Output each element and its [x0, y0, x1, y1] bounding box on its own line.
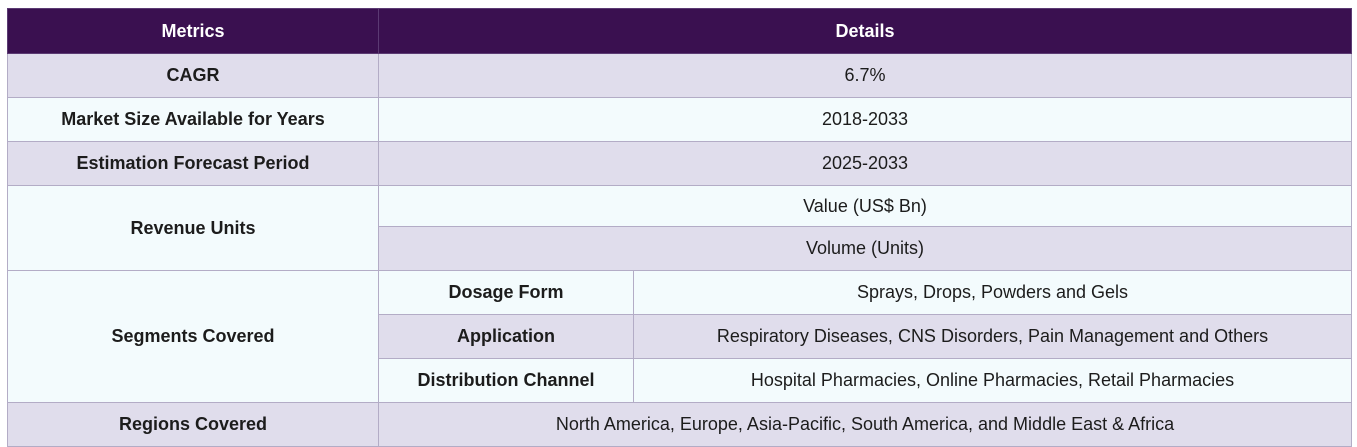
segment-value-distribution-channel: Hospital Pharmacies, Online Pharmacies, …: [633, 358, 1352, 403]
regions-covered-label: Regions Covered: [7, 402, 379, 447]
table-header-row: Metrics Details: [7, 8, 1352, 54]
table-row-cagr: CAGR 6.7%: [7, 53, 1352, 98]
table-row-revenue-units-1: Revenue Units Value (US$ Bn): [7, 185, 1352, 271]
revenue-units-value-2: Volume (Units): [378, 226, 1352, 271]
revenue-units-value-1: Value (US$ Bn): [378, 185, 1352, 227]
cagr-label: CAGR: [7, 53, 379, 98]
forecast-period-label: Estimation Forecast Period: [7, 141, 379, 186]
table-row-regions: Regions Covered North America, Europe, A…: [7, 402, 1352, 447]
header-metrics: Metrics: [7, 8, 379, 54]
segment-name-distribution-channel: Distribution Channel: [378, 358, 634, 403]
table-row-forecast-period: Estimation Forecast Period 2025-2033: [7, 141, 1352, 186]
header-details: Details: [378, 8, 1352, 54]
regions-covered-value: North America, Europe, Asia-Pacific, Sou…: [378, 402, 1352, 447]
segments-covered-label: Segments Covered: [7, 270, 379, 403]
market-size-years-value: 2018-2033: [378, 97, 1352, 142]
market-size-years-label: Market Size Available for Years: [7, 97, 379, 142]
table-row-segment-dosage-form: Segments Covered Dosage Form Sprays, Dro…: [7, 270, 1352, 403]
report-metrics-table: Metrics Details CAGR 6.7% Market Size Av…: [7, 8, 1352, 447]
segment-name-dosage-form: Dosage Form: [378, 270, 634, 315]
segment-value-dosage-form: Sprays, Drops, Powders and Gels: [633, 270, 1352, 315]
revenue-units-label: Revenue Units: [7, 185, 379, 271]
forecast-period-value: 2025-2033: [378, 141, 1352, 186]
cagr-value: 6.7%: [378, 53, 1352, 98]
table-row-market-size-years: Market Size Available for Years 2018-203…: [7, 97, 1352, 142]
segment-name-application: Application: [378, 314, 634, 359]
segment-value-application: Respiratory Diseases, CNS Disorders, Pai…: [633, 314, 1352, 359]
report-metrics-table-container: Metrics Details CAGR 6.7% Market Size Av…: [7, 8, 1352, 447]
